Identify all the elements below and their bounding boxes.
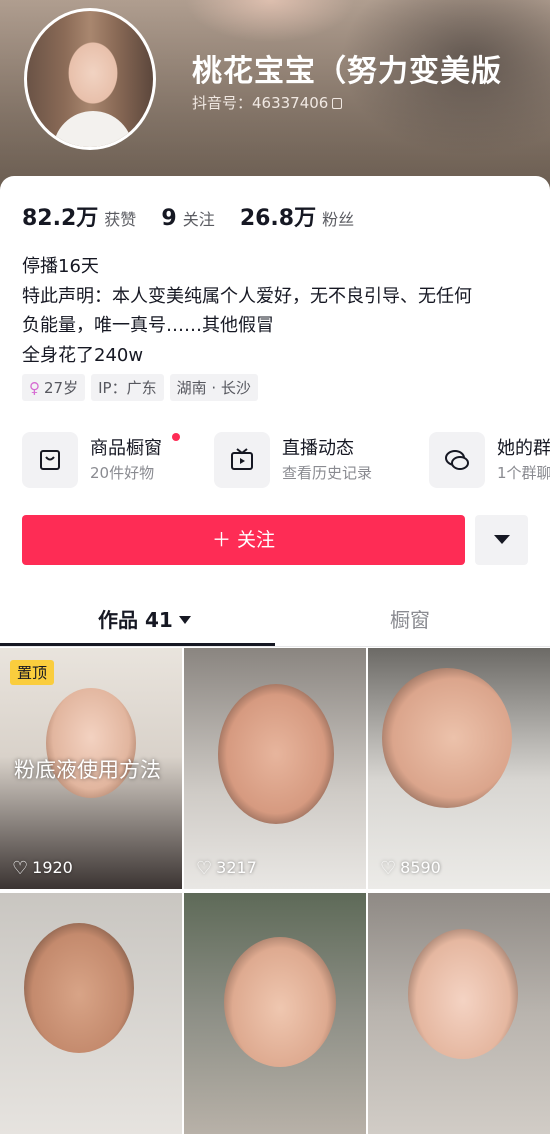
more-options-button[interactable]: [475, 515, 528, 565]
tab-divider: [0, 646, 550, 647]
douyin-id-row[interactable]: 抖音号：46337406: [192, 92, 343, 113]
caret-down-icon: [494, 535, 510, 544]
stat-value: 9: [161, 206, 177, 231]
shortcut-title: 她的群: [497, 438, 550, 459]
shortcut-title: 商品橱窗: [90, 438, 162, 459]
shortcut-title: 直播动态: [282, 438, 354, 459]
shortcut-live-history[interactable]: 直播动态 查看历史记录: [214, 432, 414, 488]
stat-following[interactable]: 9 关注: [161, 206, 214, 231]
stat-label: 关注: [182, 210, 215, 229]
video-overlay-text: 粉底液使用方法: [14, 758, 161, 782]
profile-tags: ♀ 27岁 IP：广东 湖南 · 长沙: [22, 374, 264, 401]
video-thumbnail[interactable]: [184, 893, 366, 1134]
profile-nickname: 桃花宝宝（努力变美版: [192, 54, 502, 89]
heart-icon: ♡: [196, 858, 213, 879]
stat-label: 粉丝: [322, 210, 355, 229]
pinned-badge: 置顶: [10, 660, 55, 685]
like-count: 8590: [400, 858, 441, 877]
tab-works[interactable]: 作品 41: [98, 604, 191, 633]
shortcut-subtitle: 1个群聊: [497, 464, 550, 482]
profile-sheet: 82.2万 获赞 9 关注 26.8万 粉丝 停播16天 特此声明：本人变美纯属个人爱…: [0, 176, 550, 1134]
bio-line: 特此声明：本人变美纯属个人爱好，无不良引导、无任何: [22, 285, 472, 307]
video-thumbnail[interactable]: [0, 893, 182, 1134]
shortcut-subtitle: 查看历史记录: [282, 464, 373, 482]
stat-value: 82.2万: [22, 206, 99, 231]
heart-icon: ♡: [380, 858, 397, 879]
heart-icon: ♡: [12, 858, 29, 879]
shortcut-subtitle: 20件好物: [90, 464, 155, 482]
like-count: 3217: [216, 858, 257, 877]
shortcut-shop-window[interactable]: 商品橱窗 20件好物: [22, 432, 202, 488]
video-likes: ♡ 1920: [12, 858, 73, 879]
age-text: 27岁: [44, 379, 79, 397]
stat-likes[interactable]: 82.2万 获赞: [22, 200, 136, 232]
bio-line: 停播16天: [22, 256, 99, 277]
notification-dot: [172, 433, 180, 441]
tv-icon: [214, 432, 270, 488]
video-thumbnail[interactable]: ♡ 3217: [184, 648, 366, 889]
location-tag: 湖南 · 长沙: [169, 374, 258, 401]
tab-works-label: 作品 41: [98, 608, 173, 632]
female-icon: ♀: [29, 379, 40, 397]
follow-button[interactable]: ＋ 关注: [22, 515, 465, 565]
stats-row: 82.2万 获赞 9 关注 26.8万 粉丝: [22, 200, 374, 232]
caret-down-icon: [178, 616, 191, 624]
tab-shop-window[interactable]: 橱窗: [390, 604, 430, 633]
bio-line: 负能量，唯一真号……其他假冒: [22, 315, 274, 336]
stat-label: 获赞: [104, 210, 137, 229]
bio-line: 全身花了240w: [22, 344, 144, 366]
video-thumbnail[interactable]: 置顶 粉底液使用方法 ♡ 1920: [0, 648, 182, 889]
age-tag: ♀ 27岁: [22, 374, 86, 401]
video-likes: ♡ 3217: [196, 858, 257, 879]
shortcut-group-chat[interactable]: 她的群 1个群聊: [429, 432, 550, 488]
video-thumbnail[interactable]: ♡ 8590: [368, 648, 550, 889]
like-count: 1920: [32, 858, 73, 877]
stat-followers[interactable]: 26.8万 粉丝: [240, 200, 354, 232]
bag-icon: [22, 432, 78, 488]
video-likes: ♡ 8590: [380, 858, 441, 879]
copy-icon[interactable]: [332, 98, 343, 109]
stat-value: 26.8万: [239, 206, 317, 231]
douyin-id: 抖音号：46337406: [192, 94, 329, 112]
avatar[interactable]: [24, 8, 156, 150]
chat-bubbles-icon: [429, 432, 485, 488]
video-thumbnail[interactable]: [368, 893, 550, 1134]
ip-tag: IP：广东: [91, 374, 164, 401]
profile-bio: 停播16天 特此声明：本人变美纯属个人爱好，无不良引导、无任何 负能量，唯一真号…: [22, 252, 532, 370]
